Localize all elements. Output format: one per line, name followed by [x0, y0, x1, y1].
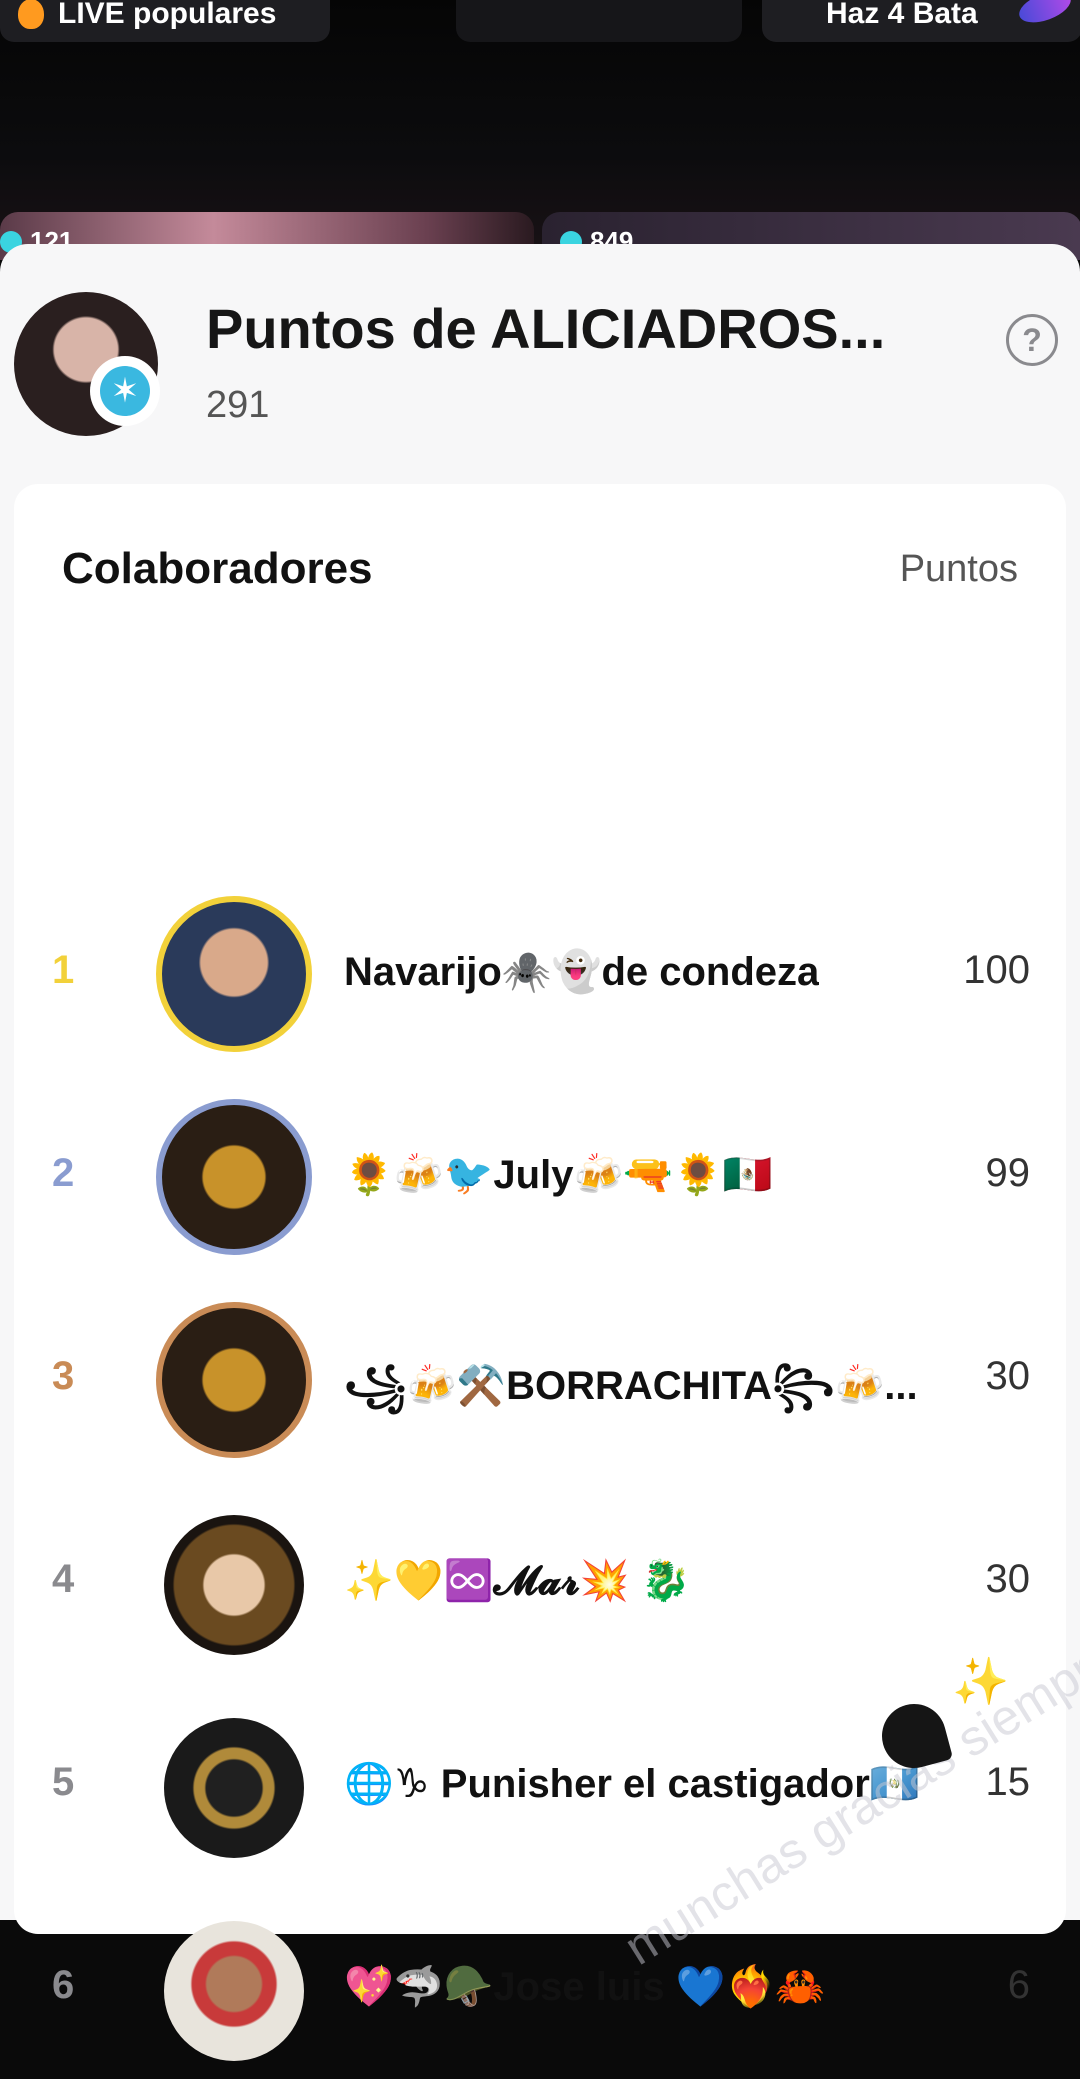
contributor-row[interactable]: 3 ꧁🍻⚒️BORRACHITA꧂🍻... 30: [14, 1290, 1066, 1470]
points-column-heading: Puntos: [899, 548, 1018, 590]
sparkle-icon: ✨: [952, 1655, 1010, 1707]
contributor-row[interactable]: 4 ✨💛♾️𝓜𝓪𝓻💥 🐉 30: [14, 1493, 1066, 1673]
contributor-row[interactable]: 6 💖🦈🪖Jose luis 💙❤️‍🔥🦀 6: [14, 1899, 1066, 2079]
contributor-points: 100: [963, 948, 1030, 992]
contributor-row[interactable]: 2 🌻🍻🐦July🍻🔫🌻🇲🇽 99: [14, 1087, 1066, 1267]
avatar[interactable]: [164, 1515, 304, 1655]
rank-number: 1: [52, 948, 75, 992]
contributor-name: ✨💛♾️𝓜𝓪𝓻💥 🐉: [344, 1559, 691, 1603]
challenge-pill[interactable]: Haz 4 Bata: [762, 0, 1080, 42]
contributor-name: 🌻🍻🐦July🍻🔫🌻🇲🇽: [344, 1153, 773, 1197]
challenge-label: Haz 4 Bata: [826, 0, 978, 30]
contributor-points: 15: [985, 1760, 1031, 1804]
host-points: 291: [206, 384, 270, 426]
contributor-name: ꧁🍻⚒️BORRACHITA꧂🍻...: [344, 1364, 918, 1408]
help-icon[interactable]: ?: [1006, 314, 1058, 366]
avatar[interactable]: [164, 1921, 304, 2061]
contributor-row[interactable]: 1 Navarijo🕷️👻de condeza 100: [14, 884, 1066, 1064]
swoosh-icon: [1015, 0, 1075, 29]
rank-number: 4: [52, 1557, 75, 1601]
contributor-name: Navarijo🕷️👻de condeza: [344, 950, 820, 994]
live-populares-pill[interactable]: LIVE populares: [0, 0, 330, 42]
contributor-points: 30: [985, 1354, 1031, 1398]
rank-number: 2: [52, 1151, 75, 1195]
points-sheet: ✶ Puntos de ALICIADROS... 291 ? Colabora…: [0, 244, 1080, 2061]
contributor-points: 99: [985, 1151, 1031, 1195]
host-badge: ✶: [90, 356, 160, 426]
contributors-heading: Colaboradores: [62, 544, 373, 593]
badge-star-icon: ✶: [100, 366, 150, 416]
live-header-strip: LIVE populares Haz 4 Bata 121 849: [0, 0, 1080, 260]
contributor-points: 6: [1007, 1963, 1030, 2007]
contributor-points: 30: [985, 1557, 1031, 1601]
center-pill[interactable]: [456, 0, 742, 42]
rank-number: 5: [52, 1760, 75, 1804]
page-title: Puntos de ALICIADROS...: [206, 297, 886, 360]
avatar[interactable]: [156, 896, 312, 1052]
rank-number: 6: [52, 1963, 75, 2007]
avatar[interactable]: [156, 1099, 312, 1255]
avatar[interactable]: [164, 1718, 304, 1858]
live-populares-label: LIVE populares: [58, 0, 277, 30]
rank-number: 3: [52, 1354, 75, 1398]
flame-icon: [18, 0, 44, 29]
contributor-name: 💖🦈🪖Jose luis 💙❤️‍🔥🦀: [344, 1965, 826, 2009]
avatar[interactable]: [156, 1302, 312, 1458]
